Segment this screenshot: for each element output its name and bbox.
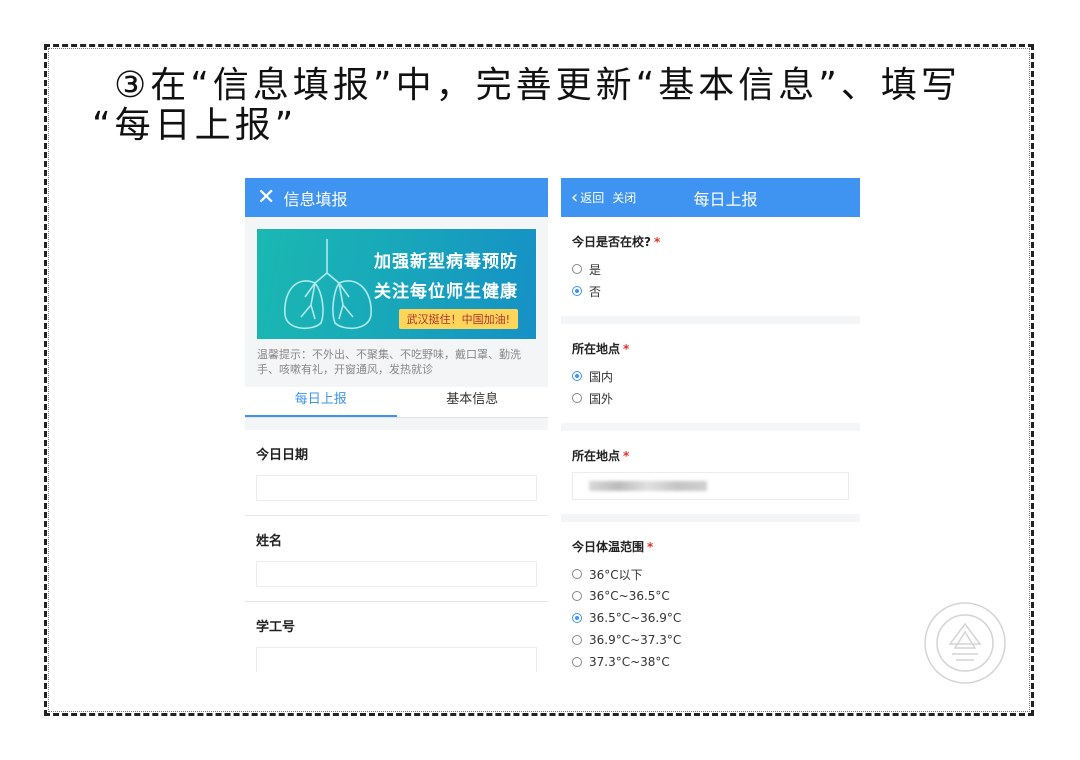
tab-daily-report[interactable]: 每日上报	[245, 387, 397, 417]
question-label: 所在地点 *	[572, 340, 849, 357]
spacer	[245, 418, 548, 430]
heading-line-1: ③在“信息填报”中，完善更新“基本信息”、填写	[114, 65, 961, 106]
in-school-question: 今日是否在校? * 是 否	[561, 217, 860, 324]
heading-line-2: “每日上报”	[92, 105, 298, 146]
warm-tip: 温馨提示：不外出、不聚集、不吃野味，戴口罩、勤洗手、咳嗽有礼，开窗通风，发热就诊	[257, 348, 521, 376]
temp-option-4[interactable]: 36.9°C~37.3°C	[572, 629, 849, 651]
chevron-left-icon[interactable]: ‹	[571, 187, 578, 208]
location-detail-label: 所在地点	[572, 449, 621, 463]
temperature-question: 今日体温范围 * 36°C以下 36°C~36.5°C 36.5°C~36.9°C…	[561, 522, 860, 672]
screen-title: 信息填报	[283, 189, 348, 209]
in-school-label: 今日是否在校?	[572, 235, 651, 249]
health-banner: 加强新型病毒预防 关注每位师生健康 武汉挺住！中国加油!	[257, 229, 536, 339]
banner-line-1: 加强新型病毒预防	[374, 252, 518, 272]
name-label: 姓名	[256, 534, 283, 549]
radio-icon[interactable]	[572, 569, 582, 579]
radio-icon[interactable]	[572, 635, 582, 645]
info-report-screen: ✕ 信息填报 加强新型病毒预防 关注每位师生健康 武汉挺住！中国加油! 温馨提示…	[245, 178, 548, 672]
radio-icon[interactable]	[572, 657, 582, 667]
name-input[interactable]	[256, 561, 537, 587]
top-bar: ‹ 返回 关闭 每日上报	[561, 178, 860, 217]
temperature-label: 今日体温范围	[572, 540, 645, 554]
location-detail-question: 所在地点 *	[561, 431, 860, 522]
temp-option-3[interactable]: 36.5°C~36.9°C	[572, 607, 849, 629]
radio-icon[interactable]	[572, 591, 582, 601]
option-label: 37.3°C~38°C	[589, 655, 670, 669]
option-domestic[interactable]: 国内	[572, 365, 849, 387]
lungs-icon	[284, 239, 372, 330]
temp-option-5[interactable]: 37.3°C~38°C	[572, 651, 849, 672]
temp-option-1[interactable]: 36°C以下	[572, 563, 849, 585]
location-input[interactable]	[572, 472, 849, 500]
radio-icon[interactable]	[572, 264, 582, 274]
option-label: 是	[589, 262, 602, 277]
required-mark: *	[647, 540, 654, 554]
option-label: 36°C~36.5°C	[589, 589, 670, 603]
student-id-label: 学工号	[256, 620, 296, 635]
question-label: 今日是否在校? *	[572, 233, 849, 250]
banner-line-2: 关注每位师生健康	[374, 282, 518, 302]
radio-selected-icon[interactable]	[572, 613, 582, 623]
option-label: 国外	[589, 391, 614, 406]
required-mark: *	[623, 449, 630, 463]
option-label: 否	[589, 284, 602, 299]
option-abroad[interactable]: 国外	[572, 387, 849, 409]
tab-bar: 每日上报 基本信息	[245, 387, 548, 418]
location-label: 所在地点	[572, 342, 621, 356]
option-label: 36.9°C~37.3°C	[589, 633, 682, 647]
option-no[interactable]: 否	[572, 280, 849, 302]
university-seal-icon	[924, 602, 1006, 684]
date-field: 今日日期	[245, 430, 548, 516]
name-field: 姓名	[245, 516, 548, 602]
close-icon[interactable]: ✕	[257, 185, 275, 210]
date-input[interactable]	[256, 475, 537, 501]
nav-actions: ‹ 返回 关闭	[571, 178, 636, 217]
daily-report-screen: ‹ 返回 关闭 每日上报 今日是否在校? * 是 否 所在地点 * 国内 国外 所在…	[561, 178, 860, 672]
back-button[interactable]: 返回	[580, 189, 604, 206]
required-mark: *	[623, 342, 630, 356]
student-id-field: 学工号	[245, 602, 548, 672]
option-label: 国内	[589, 369, 614, 384]
instruction-heading: ③在“信息填报”中，完善更新“基本信息”、填写 “每日上报”	[92, 66, 1022, 146]
banner-tag: 武汉挺住！中国加油!	[398, 309, 518, 329]
radio-selected-icon[interactable]	[572, 286, 582, 296]
date-label: 今日日期	[256, 448, 309, 463]
option-yes[interactable]: 是	[572, 258, 849, 280]
location-type-question: 所在地点 * 国内 国外	[561, 324, 860, 431]
question-label: 所在地点 *	[572, 447, 849, 464]
option-label: 36°C以下	[589, 567, 643, 582]
tab-basic-info[interactable]: 基本信息	[397, 387, 549, 417]
top-bar: ✕ 信息填报	[245, 178, 548, 217]
temp-option-2[interactable]: 36°C~36.5°C	[572, 585, 849, 607]
close-button[interactable]: 关闭	[612, 189, 636, 206]
radio-selected-icon[interactable]	[572, 371, 582, 381]
required-mark: *	[653, 235, 661, 249]
question-label: 今日体温范围 *	[572, 538, 849, 555]
radio-icon[interactable]	[572, 393, 582, 403]
student-id-input[interactable]	[256, 647, 537, 672]
option-label: 36.5°C~36.9°C	[589, 611, 682, 625]
